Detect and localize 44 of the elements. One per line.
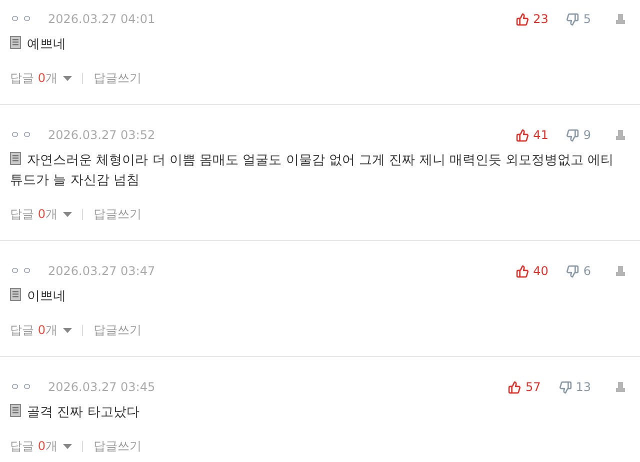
caret-icon [63, 328, 72, 332]
username: ㅇㅇ [10, 380, 34, 394]
username: ㅇㅇ [10, 12, 34, 26]
username: ㅇㅇ [10, 264, 34, 278]
thumbs-up-icon [516, 264, 530, 278]
thumbs-down-icon [566, 128, 580, 142]
like-button[interactable]: 57 [508, 378, 541, 396]
memo-icon [10, 36, 21, 49]
username: ㅇㅇ [10, 128, 34, 142]
thumbs-up-icon [508, 380, 522, 394]
write-reply-link[interactable]: 답글쓰기 [93, 69, 142, 87]
write-reply-link[interactable]: 답글쓰기 [93, 205, 142, 223]
dislike-button[interactable]: 5 [566, 10, 591, 28]
comment-text: 자연스러운 체형이라 더 이쁨 몸매도 얼굴도 이물감 없어 그게 진짜 제니 매력인듯 외모정병없고 에티튜드가 늘 자신감 넘침 [10, 151, 615, 190]
comment-date: 2026.03.27 03:45 [48, 379, 156, 396]
dislike-button[interactable]: 9 [566, 126, 591, 144]
thumbs-down-icon [566, 12, 580, 26]
comment-date: 2026.03.27 03:47 [48, 263, 156, 280]
write-reply-link[interactable]: 답글쓰기 [93, 321, 142, 339]
dislike-button[interactable]: 6 [566, 262, 591, 280]
thumbs-down-icon [558, 380, 572, 394]
comment-text: 골격 진짜 타고났다 [10, 403, 626, 423]
caret-icon [63, 212, 72, 216]
reply-count-button[interactable]: 답글 0개 [10, 321, 72, 339]
reply-count-button[interactable]: 답글 0개 [10, 437, 72, 455]
memo-icon [10, 288, 21, 301]
like-button[interactable]: 40 [516, 262, 548, 280]
thumbs-down-icon [566, 264, 580, 278]
caret-icon [63, 444, 72, 448]
caret-icon [63, 76, 72, 80]
thumbs-up-icon [516, 12, 530, 26]
write-reply-link[interactable]: 답글쓰기 [93, 437, 142, 455]
dislike-button[interactable]: 13 [558, 378, 591, 396]
like-button[interactable]: 41 [516, 126, 548, 144]
comment-date: 2026.03.27 04:01 [48, 11, 156, 28]
memo-icon [10, 404, 21, 417]
memo-icon [10, 152, 21, 165]
like-button[interactable]: 23 [516, 10, 548, 28]
reply-count-button[interactable]: 답글 0개 [10, 69, 72, 87]
comment-date: 2026.03.27 03:52 [48, 127, 156, 144]
reply-count-button[interactable]: 답글 0개 [10, 205, 72, 223]
thumbs-up-icon [516, 128, 530, 142]
comment-text: 예쁘네 [10, 35, 626, 55]
comment-text: 이쁘네 [10, 287, 626, 307]
